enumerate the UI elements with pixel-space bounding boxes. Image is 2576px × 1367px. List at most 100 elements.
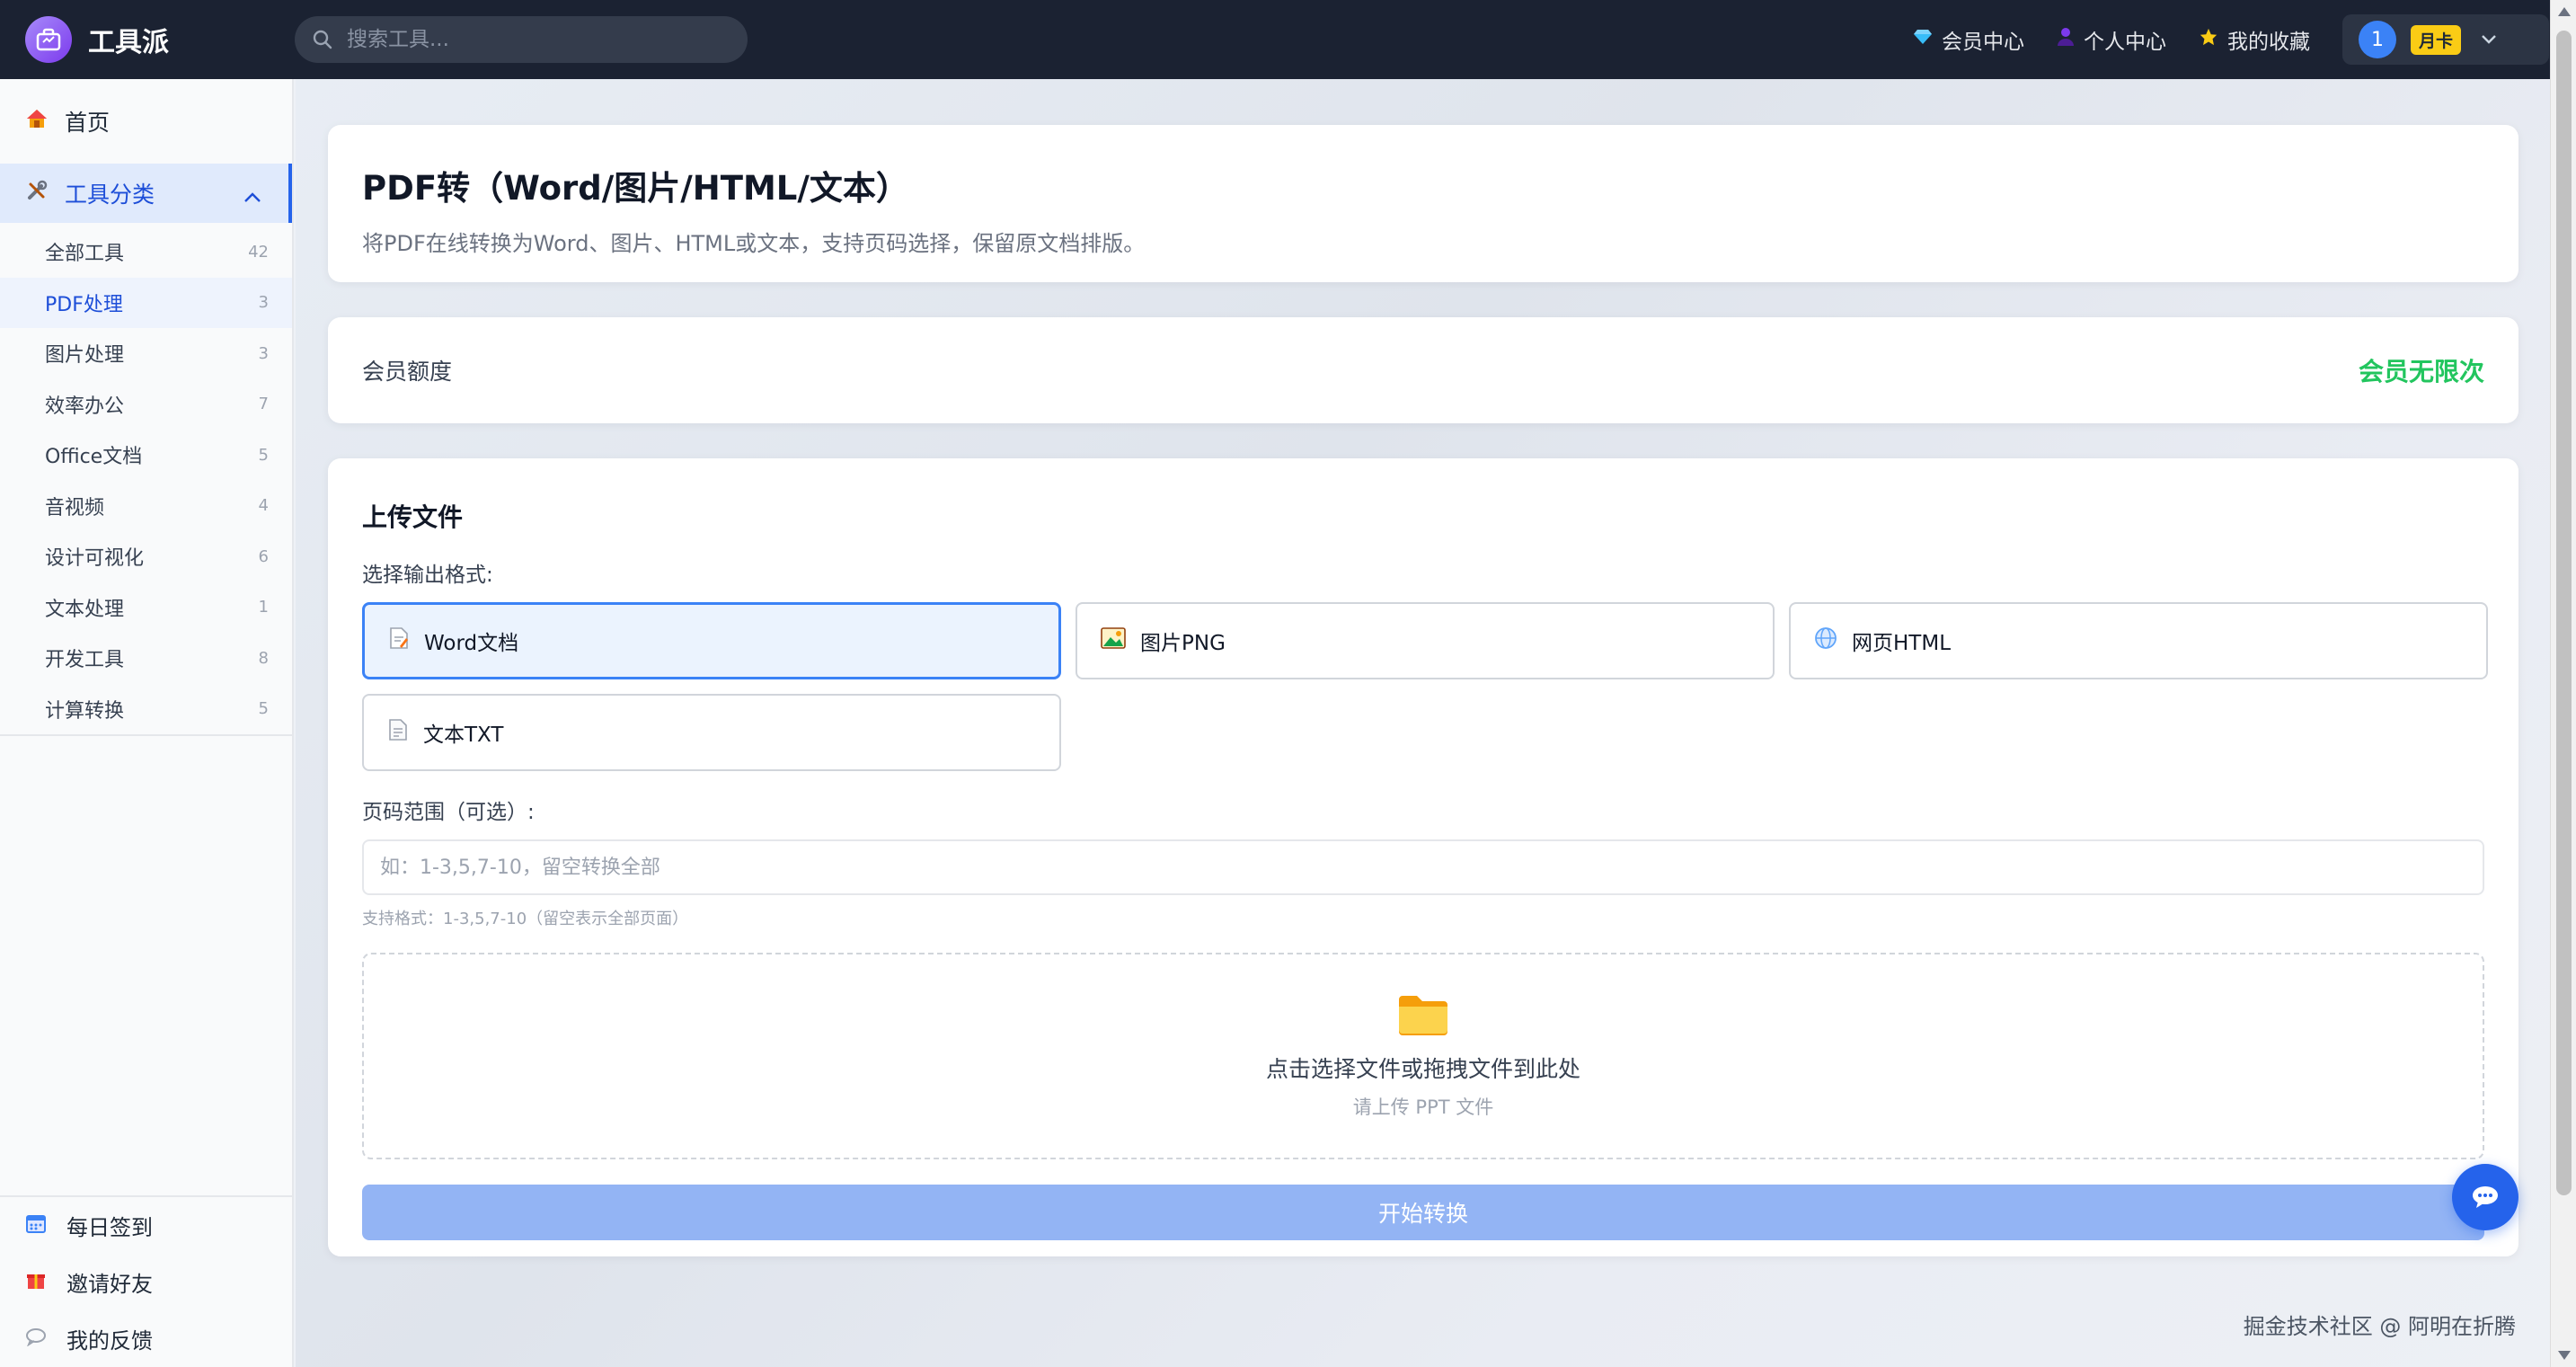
- watermark: 掘金技术社区 @ 阿明在折腾: [2243, 1314, 2516, 1339]
- category-label: Office文档: [45, 446, 143, 469]
- format-label-text: 图片PNG: [1140, 632, 1226, 655]
- upload-section-title: 上传文件: [362, 502, 464, 532]
- toolbox-logo-icon: [25, 16, 72, 63]
- category-count: 8: [258, 648, 269, 668]
- format-option-word[interactable]: Word文档: [362, 602, 1061, 679]
- sidebar-item-media[interactable]: 音视频 4: [0, 481, 292, 532]
- main-content: PDF转（Word/图片/HTML/文本） 将PDF在线转换为Word、图片、H…: [296, 79, 2550, 1367]
- sidebar-category-label: 工具分类: [65, 182, 155, 208]
- start-convert-button[interactable]: 开始转换: [362, 1185, 2484, 1240]
- format-option-html[interactable]: 网页HTML: [1789, 602, 2488, 679]
- image-icon: [1101, 627, 1126, 654]
- app-name: 工具派: [88, 27, 169, 58]
- format-label-text: Word文档: [424, 632, 519, 655]
- quota-value: 会员无限次: [2358, 357, 2484, 386]
- dropzone-subtitle: 请上传 PPT 文件: [1352, 1096, 1494, 1118]
- search-bar[interactable]: [295, 16, 748, 63]
- member-center-link[interactable]: 会员中心: [1913, 24, 2024, 55]
- sidebar-item-text[interactable]: 文本处理 1: [0, 582, 292, 634]
- range-hint: 支持格式：1-3,5,7-10（留空表示全部页面）: [362, 910, 689, 928]
- file-dropzone[interactable]: 点击选择文件或拖拽文件到此处 请上传 PPT 文件: [362, 953, 2484, 1159]
- category-count: 3: [258, 293, 269, 313]
- plan-badge: 月卡: [2411, 24, 2462, 55]
- invite-label: 邀请好友: [66, 1272, 153, 1297]
- category-label: 设计可视化: [45, 547, 145, 571]
- app-logo[interactable]: 工具派: [25, 16, 169, 63]
- scroll-up-arrow-icon[interactable]: [2558, 7, 2571, 16]
- tools-icon: [25, 179, 49, 208]
- upload-card: 上传文件 选择输出格式: Word文档 图片PNG 网页HTML 文本TXT 页…: [328, 458, 2518, 1256]
- sidebar-item-invite[interactable]: 邀请好友: [0, 1254, 292, 1310]
- page-description: 将PDF在线转换为Word、图片、HTML或文本，支持页码选择，保留原文档排版。: [362, 231, 1146, 256]
- format-options: Word文档 图片PNG 网页HTML 文本TXT: [362, 602, 2488, 771]
- sidebar-item-image[interactable]: 图片处理 3: [0, 328, 292, 379]
- category-label: 效率办公: [45, 395, 125, 418]
- sidebar-item-design[interactable]: 设计可视化 6: [0, 531, 292, 582]
- category-count: 5: [258, 445, 269, 465]
- avatar: 1: [2359, 21, 2396, 58]
- search-input[interactable]: [347, 28, 724, 51]
- category-label: 文本处理: [45, 598, 125, 621]
- word-doc-icon: [388, 626, 410, 655]
- category-count: 42: [248, 242, 269, 262]
- page-scrollbar[interactable]: [2550, 0, 2576, 1367]
- chevron-down-icon: [2481, 31, 2497, 49]
- scrollbar-thumb[interactable]: [2556, 31, 2572, 1195]
- house-icon: [25, 108, 49, 135]
- text-file-icon: [387, 718, 409, 747]
- checkin-label: 每日签到: [66, 1215, 153, 1240]
- top-header: 工具派 会员中心 个人中心 我的收藏 1 月卡: [0, 0, 2576, 79]
- sidebar-item-productivity[interactable]: 效率办公 7: [0, 379, 292, 431]
- sidebar: 首页 工具分类 全部工具 42 PDF处理 3 图片处理 3 效率办公 7 Office…: [0, 79, 294, 1367]
- category-label: 全部工具: [45, 243, 125, 266]
- sidebar-item-dev[interactable]: 开发工具 8: [0, 633, 292, 684]
- sidebar-category-toggle[interactable]: 工具分类: [0, 164, 292, 223]
- category-count: 1: [258, 598, 269, 617]
- scroll-down-arrow-icon[interactable]: [2558, 1351, 2571, 1360]
- sidebar-item-feedback[interactable]: 我的反馈: [0, 1310, 292, 1367]
- category-count: 6: [258, 546, 269, 566]
- quota-card: 会员额度 会员无限次: [328, 317, 2518, 423]
- diamond-icon: [1913, 28, 1933, 51]
- speech-bubble-icon: [25, 1327, 50, 1352]
- dropzone-title: 点击选择文件或拖拽文件到此处: [1265, 1056, 1580, 1082]
- category-count: 7: [258, 395, 269, 414]
- chat-button[interactable]: [2452, 1164, 2518, 1230]
- sidebar-item-office[interactable]: Office文档 5: [0, 430, 292, 481]
- chevron-up-icon: [243, 183, 261, 209]
- sidebar-item-pdf[interactable]: PDF处理 3: [0, 277, 292, 328]
- sidebar-item-checkin[interactable]: 每日签到: [0, 1197, 292, 1254]
- sidebar-bottom: 每日签到 邀请好友 我的反馈: [0, 1195, 292, 1367]
- search-icon: [313, 30, 332, 49]
- format-label-text: 网页HTML: [1852, 632, 1952, 655]
- sidebar-item-all-tools[interactable]: 全部工具 42: [0, 226, 292, 278]
- favorites-link[interactable]: 我的收藏: [2199, 24, 2310, 55]
- page-range-input[interactable]: [362, 839, 2484, 895]
- page-title: PDF转（Word/图片/HTML/文本）: [362, 169, 909, 208]
- sidebar-item-home[interactable]: 首页: [0, 79, 292, 164]
- page-header-card: PDF转（Word/图片/HTML/文本） 将PDF在线转换为Word、图片、H…: [328, 125, 2518, 282]
- sidebar-home-label: 首页: [65, 110, 111, 136]
- personal-center-label: 个人中心: [2084, 31, 2166, 54]
- star-icon: [2199, 27, 2218, 52]
- user-menu[interactable]: 1 月卡: [2342, 14, 2549, 65]
- top-nav-links: 会员中心 个人中心 我的收藏 1 月卡: [1913, 0, 2576, 79]
- favorites-label: 我的收藏: [2227, 31, 2310, 54]
- feedback-label: 我的反馈: [66, 1328, 153, 1354]
- format-option-png[interactable]: 图片PNG: [1076, 602, 1775, 679]
- category-count: 3: [258, 343, 269, 363]
- member-center-label: 会员中心: [1942, 31, 2024, 54]
- personal-center-link[interactable]: 个人中心: [2057, 24, 2166, 55]
- format-option-txt[interactable]: 文本TXT: [362, 694, 1061, 771]
- category-label: 图片处理: [45, 344, 125, 368]
- category-label: 计算转换: [45, 699, 125, 723]
- sidebar-item-calc[interactable]: 计算转换 5: [0, 684, 292, 735]
- globe-icon: [1814, 626, 1837, 655]
- category-count: 5: [258, 699, 269, 719]
- category-label: 开发工具: [45, 649, 125, 672]
- quota-label: 会员额度: [362, 359, 453, 385]
- folder-icon: [1397, 992, 1449, 1035]
- user-icon: [2057, 27, 2075, 52]
- category-label: 音视频: [45, 496, 105, 519]
- format-label: 选择输出格式:: [362, 564, 493, 587]
